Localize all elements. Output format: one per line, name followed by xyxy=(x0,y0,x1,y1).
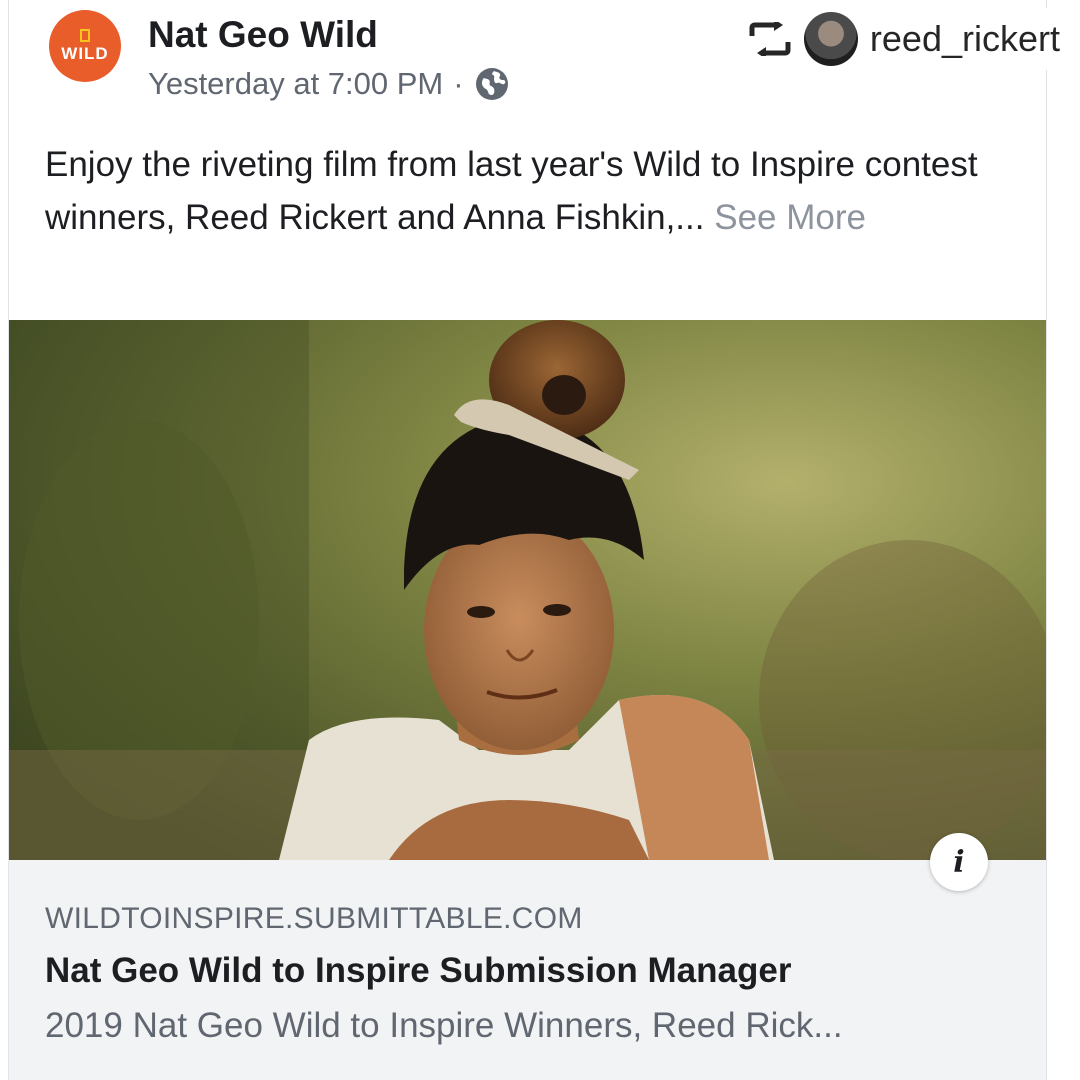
link-title[interactable]: Nat Geo Wild to Inspire Submission Manag… xyxy=(45,951,791,991)
globe-icon[interactable] xyxy=(474,66,510,102)
post-caption: Enjoy the riveting film from last year's… xyxy=(45,138,1005,244)
see-more-link[interactable]: See More xyxy=(714,198,866,237)
post-meta: Yesterday at 7:00 PM · xyxy=(148,66,510,102)
post-photo[interactable] xyxy=(9,320,1046,860)
page-name[interactable]: Nat Geo Wild xyxy=(148,14,378,56)
info-icon[interactable]: i xyxy=(930,833,988,891)
natgeo-logo-mark xyxy=(80,28,90,42)
page-avatar[interactable]: WILD xyxy=(49,10,121,82)
link-description: 2019 Nat Geo Wild to Inspire Winners, Re… xyxy=(45,1006,843,1045)
avatar xyxy=(803,12,858,66)
yellow-border-icon xyxy=(80,28,90,42)
repost-icon xyxy=(749,22,791,56)
repost-attribution: reed_rickert xyxy=(733,8,1060,70)
photo-illustration xyxy=(9,320,1046,860)
meta-separator: · xyxy=(453,66,464,101)
repost-username[interactable]: reed_rickert xyxy=(870,18,1060,60)
link-preview[interactable]: WILDTOINSPIRE.SUBMITTABLE.COM Nat Geo Wi… xyxy=(9,860,1046,1080)
link-domain: WILDTOINSPIRE.SUBMITTABLE.COM xyxy=(45,902,583,935)
logo-text: WILD xyxy=(61,43,109,63)
post-timestamp[interactable]: Yesterday at 7:00 PM xyxy=(148,66,443,102)
facebook-post-card: WILD Nat Geo Wild Yesterday at 7:00 PM ·… xyxy=(8,0,1047,1080)
